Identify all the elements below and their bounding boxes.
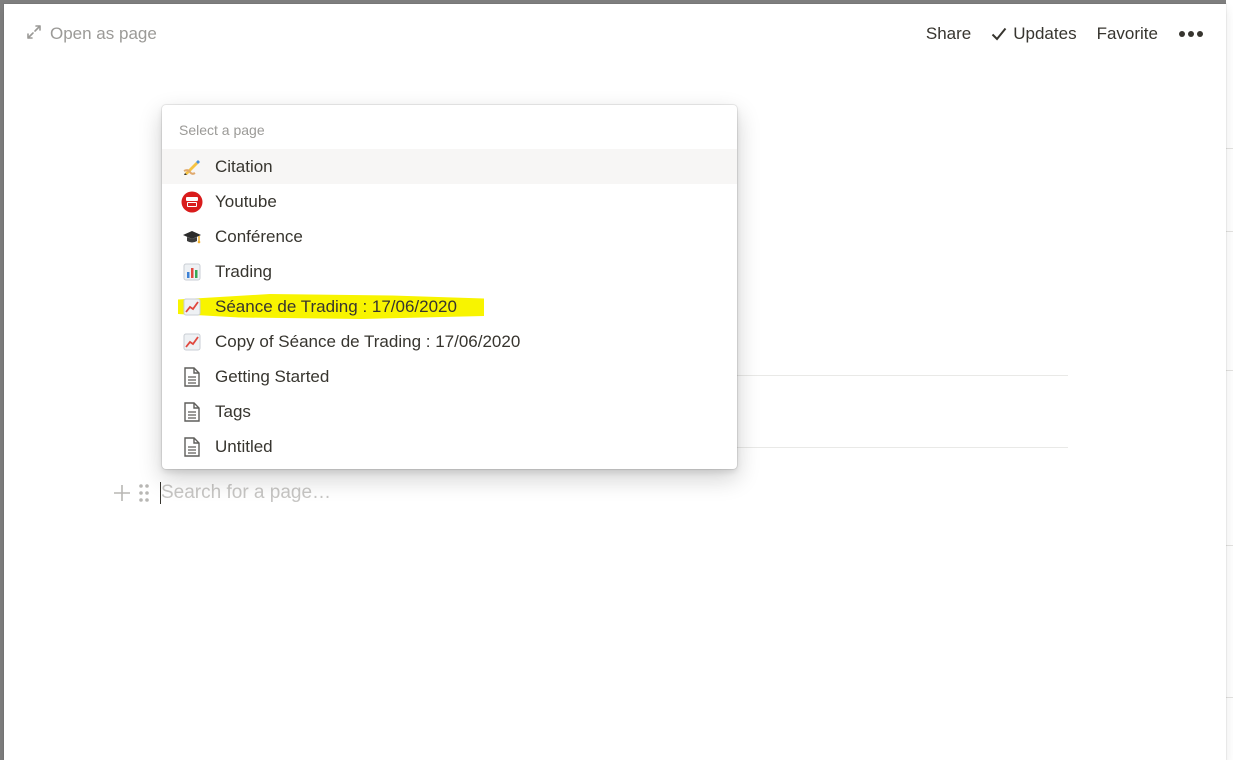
page-peek-panel: Open as page Share Updates Favorite Sear… (4, 4, 1226, 760)
select-page-menu: Select a page Citation Youtube Conférenc… (162, 105, 737, 469)
bar-chart-icon (181, 261, 203, 283)
share-button[interactable]: Share (926, 24, 971, 44)
expand-arrows-icon (26, 24, 42, 45)
background-divider (1226, 545, 1233, 546)
page-item-label: Tags (215, 401, 251, 421)
background-divider (1226, 148, 1233, 149)
updates-label: Updates (1013, 24, 1077, 43)
block-divider (734, 447, 1068, 448)
page-item-trading[interactable]: Trading (162, 254, 737, 289)
trending-up-chart-icon (181, 296, 203, 318)
page-icon (181, 366, 203, 388)
add-block-icon[interactable] (110, 481, 134, 505)
page-item-getting-started[interactable]: Getting Started (162, 359, 737, 394)
writing-hand-icon (181, 156, 203, 178)
favorite-button[interactable]: Favorite (1097, 24, 1158, 44)
page-item-label: Conférence (215, 226, 303, 246)
ellipsis-icon (1178, 30, 1204, 38)
page-icon (181, 401, 203, 423)
page-item-label: Séance de Trading : 17/06/2020 (215, 296, 457, 316)
page-list: Citation Youtube Conférence Trading Séan… (162, 149, 737, 464)
page-item-label: Youtube (215, 191, 277, 211)
peek-topbar: Open as page Share Updates Favorite (4, 4, 1226, 64)
page-item-label: Getting Started (215, 366, 330, 386)
search-page-input[interactable] (161, 482, 561, 504)
page-item-label: Trading (215, 261, 273, 281)
page-item-untitled[interactable]: Untitled (162, 429, 737, 464)
page-item-conference[interactable]: Conférence (162, 219, 737, 254)
drag-handle-icon[interactable] (132, 481, 156, 505)
background-divider (1226, 370, 1233, 371)
trending-up-chart-icon (181, 331, 203, 353)
topbar-actions: Share Updates Favorite (926, 22, 1204, 46)
page-item-seance-de-trading[interactable]: Séance de Trading : 17/06/2020 (162, 289, 737, 324)
checkmark-icon (991, 27, 1007, 41)
open-as-page-label: Open as page (50, 24, 157, 43)
background-page (1226, 0, 1233, 760)
page-item-label: Untitled (215, 436, 273, 456)
page-icon (181, 436, 203, 458)
updates-button[interactable]: Updates (991, 24, 1077, 44)
block-divider (734, 375, 1068, 376)
page-item-citation[interactable]: Citation (162, 149, 737, 184)
background-divider (1226, 231, 1233, 232)
page-item-tags[interactable]: Tags (162, 394, 737, 429)
more-options-button[interactable] (1178, 30, 1204, 38)
page-item-youtube[interactable]: Youtube (162, 184, 737, 219)
background-divider (1226, 697, 1233, 698)
graduation-cap-icon (181, 226, 203, 248)
page-item-label: Copy of Séance de Trading : 17/06/2020 (215, 331, 521, 351)
link-to-page-block (110, 476, 710, 510)
open-as-page-button[interactable]: Open as page (26, 22, 157, 46)
menu-header: Select a page (179, 122, 265, 138)
youtube-icon (181, 191, 203, 213)
page-item-copy-of-seance-de-trading[interactable]: Copy of Séance de Trading : 17/06/2020 (162, 324, 737, 359)
page-item-label: Citation (215, 156, 273, 176)
